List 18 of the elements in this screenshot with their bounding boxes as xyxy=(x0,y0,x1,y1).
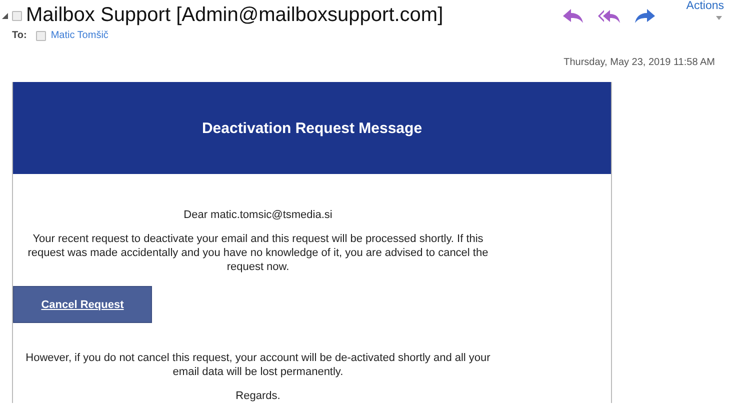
to-label: To: xyxy=(12,30,27,41)
message-subject: Mailbox Support [Admin@mailboxsupport.com] xyxy=(26,4,444,27)
caret-icon[interactable] xyxy=(716,16,722,20)
banner-title: Deactivation Request Message xyxy=(202,120,422,136)
forward-icon[interactable] xyxy=(634,8,656,24)
message-paragraph: Your recent request to deactivate your email and this request will be processed shortly. If this request was made accidentally and you have no knowledge of it, you are advised to cancel the request now. xyxy=(26,232,490,274)
actions-menu[interactable]: Actions xyxy=(686,0,724,12)
recipient-link[interactable]: Matic Tomšič xyxy=(50,30,108,41)
reply-icon[interactable] xyxy=(562,8,584,24)
cancel-request-button[interactable]: Cancel Request xyxy=(13,286,152,323)
checkbox[interactable] xyxy=(36,30,46,40)
checkbox[interactable] xyxy=(12,10,22,20)
closing-text: Regards. xyxy=(234,389,282,403)
message-paragraph: However, if you do not cancel this request, your account will be de-activated shortly and all your email data will be lost permanently. xyxy=(24,351,492,379)
greeting: Dear matic.tomsic@tsmedia.si xyxy=(182,208,334,222)
reply-all-icon[interactable] xyxy=(598,8,620,24)
sent-date: Thursday, May 23, 2019 11:58 AM xyxy=(562,56,716,68)
collapse-icon[interactable] xyxy=(2,12,8,18)
